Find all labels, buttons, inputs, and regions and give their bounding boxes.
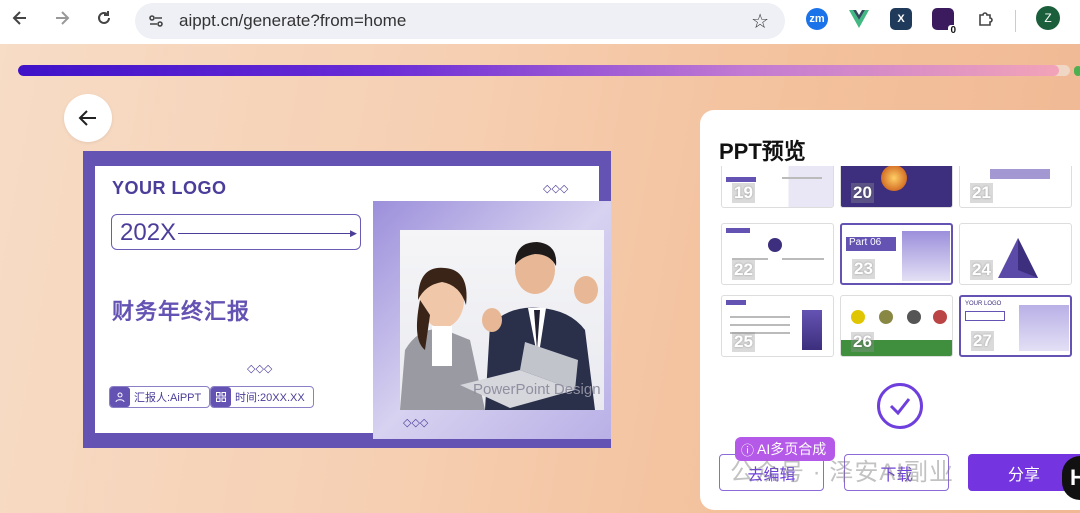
thumb-number: 22 [732,260,755,280]
thumbnail-25[interactable]: 25 [721,295,834,357]
business-people-photo: PowerPoint Design [400,230,604,410]
notebook-badge: 0 [948,25,958,36]
thumbnail-19[interactable]: 19 [721,166,834,208]
slide-year: 202X [120,219,177,246]
thumb-number: 21 [970,183,993,203]
progress-fill [18,65,1060,76]
panel-title: PPT预览 [719,139,806,164]
thumbnail-22[interactable]: 22 [721,223,834,285]
grid-icon [211,387,231,407]
thumb-logo: YOUR LOGO [965,301,1002,307]
thumb-number: 27 [971,331,994,351]
notebook-icon[interactable]: 0 [932,8,958,36]
thumb-arrows [802,310,822,350]
progress-end-dot [1074,66,1080,76]
slide-title: 财务年终汇报 [112,299,251,324]
thumb-line [782,258,824,260]
thumb-image [902,231,950,281]
thumbnail-26[interactable]: 26 [840,295,953,357]
watermark-text: 公众号 · 泽安AI副业 [730,459,955,486]
reporter-text: 汇报人:AiPPT [134,392,202,404]
person-icon [110,387,130,407]
slide-logo: YOUR LOGO [112,178,227,198]
thumbnail-grid: 19 20 21 22 Part 06 23 24 25 26 YOUR LOG… [721,166,1080,366]
thumb-bar [726,228,750,233]
thumb-box [965,311,1005,321]
slide-canvas: YOUR LOGO ◇◇◇ 202X ▶ 财务年终汇报 ◇◇◇ 汇报人:AiPP… [95,166,611,439]
time-text: 时间:20XX.XX [235,392,305,404]
thumb-dot [879,310,893,324]
thumb-image [1019,305,1069,351]
site-settings-icon[interactable] [143,12,169,30]
thumb-icon [768,238,782,252]
thumb-number: 23 [852,259,875,279]
thumb-number: 26 [851,332,874,352]
generation-progress-bar [18,65,1070,76]
back-button[interactable] [64,94,112,142]
address-bar[interactable]: aippt.cn/generate?from=home ☆ [135,3,785,39]
time-tag: 时间:20XX.XX [210,386,314,408]
slide-preview: YOUR LOGO ◇◇◇ 202X ▶ 财务年终汇报 ◇◇◇ 汇报人:AiPP… [83,151,611,448]
bookmark-star-icon[interactable]: ☆ [751,9,769,34]
thumb-part-label: Part 06 [846,237,896,251]
diamond-decoration-bottom: ◇◇◇ [403,417,429,429]
thumb-number: 24 [970,260,993,280]
browser-toolbar: aippt.cn/generate?from=home ☆ zm X 0 Z [0,0,1080,44]
diamond-decoration-top: ◇◇◇ [543,183,569,195]
reload-icon[interactable] [88,2,120,34]
thumb-bar [990,169,1050,179]
year-line [178,233,352,234]
thumb-number: 19 [732,183,755,203]
thumb-line [782,177,822,179]
thumbnail-20[interactable]: 20 [840,166,953,208]
url-text[interactable]: aippt.cn/generate?from=home [179,11,406,31]
thumb-dot [933,310,947,324]
arrow-left-icon [78,110,96,126]
back-nav-icon[interactable] [4,2,36,34]
slide-photo-frame: PowerPoint Design [373,201,611,439]
thumb-number: 20 [851,183,874,203]
thumbnail-27[interactable]: YOUR LOGO 27 [959,295,1072,357]
thumb-dot [907,310,921,324]
thumb-bar [726,300,746,305]
powerpoint-design-text: PowerPoint Design [473,381,601,398]
thumbnail-23[interactable]: Part 06 23 [840,223,953,285]
forward-nav-icon[interactable] [46,2,78,34]
thumb-line [730,324,790,326]
thumbnail-24[interactable]: 24 [959,223,1072,285]
thumb-number: 25 [732,332,755,352]
profile-avatar[interactable]: Z [1036,6,1060,30]
extensions-puzzle-icon[interactable] [975,8,997,30]
thumbnail-21[interactable]: 21 [959,166,1072,208]
reporter-tag: 汇报人:AiPPT [109,386,211,408]
year-arrow-icon: ▶ [350,228,357,238]
zm-icon[interactable]: zm [806,8,828,30]
thumb-line [730,316,790,318]
thumb-dot [851,310,865,324]
x-icon[interactable]: X [890,8,912,30]
thumb-bar [726,177,756,182]
check-circle-icon [877,383,923,429]
year-box: 202X ▶ [111,214,361,250]
toolbar-divider [1015,10,1016,32]
diamond-decoration-mid: ◇◇◇ [247,363,273,375]
thumb-image [881,166,907,191]
vue-icon[interactable] [848,8,870,30]
